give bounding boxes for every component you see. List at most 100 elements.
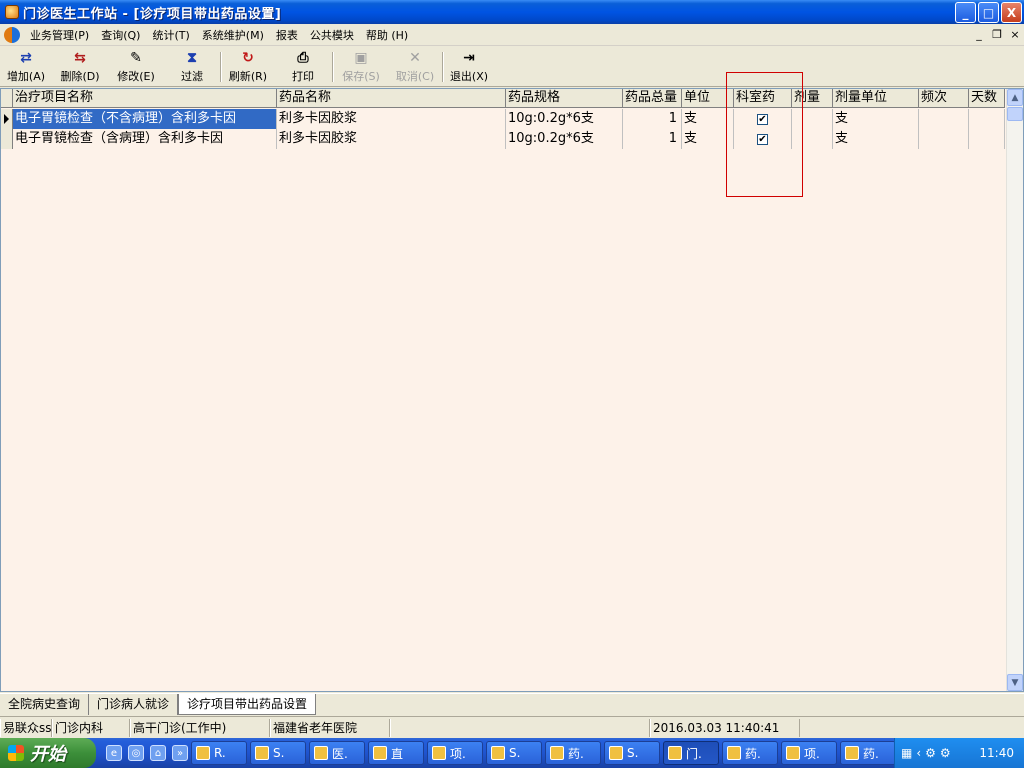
row-indicator xyxy=(1,129,13,149)
menu-help[interactable]: 帮助 (H) xyxy=(360,27,414,43)
taskbar-app[interactable]: 药. xyxy=(840,741,896,765)
edit-label: 修改(E) xyxy=(117,70,155,83)
more-chevron-icon[interactable]: » xyxy=(172,745,188,761)
scroll-up-icon[interactable]: ▲ xyxy=(1007,89,1023,106)
clock[interactable]: 11:40 xyxy=(979,746,1014,760)
taskbar-app[interactable]: S. xyxy=(250,741,306,765)
print-button[interactable]: ⎙ 打印 xyxy=(274,47,332,85)
menu-bar: 业务管理(P) 查询(Q) 统计(T) 系统维护(M) 报表 公共模块 帮助 (… xyxy=(0,24,1024,46)
table-row[interactable]: 电子胃镜检查（含病理）含利多卡因 利多卡因胶浆 10g:0.2g*6支 1 支 … xyxy=(1,129,1005,149)
app-icon xyxy=(550,746,564,760)
cell-drug[interactable]: 利多卡因胶浆 xyxy=(277,129,506,149)
cell-total[interactable]: 1 xyxy=(623,129,682,149)
taskbar-app[interactable]: 药. xyxy=(722,741,778,765)
cell-frequency[interactable] xyxy=(919,109,969,129)
taskbar-app[interactable]: S. xyxy=(604,741,660,765)
cell-dose-unit[interactable]: 支 xyxy=(833,109,919,129)
filter-button[interactable]: ⧗ 过滤 xyxy=(164,47,220,85)
keyboard-icon[interactable]: ▦ xyxy=(901,746,912,760)
col-header-drug[interactable]: 药品名称 xyxy=(277,89,506,108)
col-header-item[interactable]: 治疗项目名称 xyxy=(13,89,277,108)
col-header-dose-unit[interactable]: 剂量单位 xyxy=(833,89,919,108)
mdi-close-button[interactable]: × xyxy=(1008,27,1022,41)
menu-query[interactable]: 查询(Q) xyxy=(95,27,146,43)
taskbar-app[interactable]: S. xyxy=(486,741,542,765)
menu-common[interactable]: 公共模块 xyxy=(304,27,360,43)
close-button[interactable]: X xyxy=(1001,2,1022,23)
status-user: 易联众ss xyxy=(0,718,52,737)
tab-hospital-history[interactable]: 全院病史查询 xyxy=(0,694,90,715)
dept-drug-checkbox[interactable]: ✔ xyxy=(757,134,768,145)
col-header-days[interactable]: 天数 xyxy=(969,89,1005,108)
menu-system[interactable]: 系统维护(M) xyxy=(196,27,270,43)
folder-icon xyxy=(609,746,623,760)
taskbar-app-label: 门. xyxy=(686,746,702,761)
delete-button[interactable]: ⇆ 删除(D) xyxy=(52,47,108,85)
col-header-total[interactable]: 药品总量 xyxy=(623,89,682,108)
add-button[interactable]: ⇄ 增加(A) xyxy=(0,47,52,85)
mdi-restore-button[interactable]: ❐ xyxy=(990,27,1004,41)
save-button[interactable]: ▣ 保存(S) xyxy=(334,47,388,85)
cell-drug[interactable]: 利多卡因胶浆 xyxy=(277,109,506,129)
cell-unit[interactable]: 支 xyxy=(682,129,734,149)
cell-frequency[interactable] xyxy=(919,129,969,149)
window-titlebar: 门诊医生工作站 - [诊疗项目带出药品设置] _ □ X xyxy=(0,0,1024,24)
cell-item[interactable]: 电子胃镜检查（含病理）含利多卡因 xyxy=(13,129,277,149)
col-header-dose[interactable]: 剂量 xyxy=(792,89,833,108)
col-header-unit[interactable]: 单位 xyxy=(682,89,734,108)
edit-button[interactable]: ✎ 修改(E) xyxy=(108,47,164,85)
taskbar-app[interactable]: 医. xyxy=(309,741,365,765)
network-icon[interactable]: ⚙ xyxy=(940,746,951,760)
exit-button[interactable]: ⇥ 退出(X) xyxy=(444,47,494,85)
status-hospital: 福建省老年医院 xyxy=(270,718,390,737)
taskbar-app[interactable]: 直 xyxy=(368,741,424,765)
cell-days[interactable] xyxy=(969,109,1005,129)
cell-days[interactable] xyxy=(969,129,1005,149)
vertical-scrollbar[interactable]: ▲ ▼ xyxy=(1006,89,1023,691)
cell-dose-unit[interactable]: 支 xyxy=(833,129,919,149)
taskbar-app-active[interactable]: 门. xyxy=(663,741,719,765)
cell-spec[interactable]: 10g:0.2g*6支 xyxy=(506,109,623,129)
delete-icon: ⇆ xyxy=(74,50,86,66)
col-header-frequency[interactable]: 频次 xyxy=(919,89,969,108)
cell-dose[interactable] xyxy=(792,129,833,149)
taskbar-app[interactable]: 药. xyxy=(545,741,601,765)
desktop-icon[interactable]: ⌂ xyxy=(150,745,166,761)
start-button[interactable]: 开始 xyxy=(0,738,96,768)
tab-outpatient-visit[interactable]: 门诊病人就诊 xyxy=(89,694,179,715)
scroll-thumb[interactable] xyxy=(1007,107,1023,121)
cell-unit[interactable]: 支 xyxy=(682,109,734,129)
browser-icon[interactable]: ◎ xyxy=(128,745,144,761)
cell-dose[interactable] xyxy=(792,109,833,129)
cell-spec[interactable]: 10g:0.2g*6支 xyxy=(506,129,623,149)
start-label: 开始 xyxy=(30,744,66,765)
refresh-label: 刷新(R) xyxy=(228,70,268,83)
dept-drug-checkbox[interactable]: ✔ xyxy=(757,114,768,125)
refresh-button[interactable]: ↻ 刷新(R) xyxy=(222,47,274,85)
cancel-button[interactable]: ✕ 取消(C) xyxy=(388,47,442,85)
mdi-minimize-button[interactable]: _ xyxy=(972,27,986,41)
taskbar-app[interactable]: 项. xyxy=(781,741,837,765)
maximize-button[interactable]: □ xyxy=(978,2,999,23)
cell-total[interactable]: 1 xyxy=(623,109,682,129)
table-row[interactable]: 电子胃镜检查（不含病理）含利多卡因 利多卡因胶浆 10g:0.2g*6支 1 支… xyxy=(1,109,1005,129)
network-icon[interactable]: ⚙ xyxy=(925,746,936,760)
col-header-dept-drug[interactable]: 科室药 xyxy=(734,89,792,108)
taskbar-app[interactable]: R. xyxy=(191,741,247,765)
tray-expand-icon[interactable]: ‹ xyxy=(916,746,921,760)
taskbar-app-label: 药. xyxy=(863,746,879,761)
taskbar-app-label: S. xyxy=(273,746,285,760)
ie-icon[interactable]: e xyxy=(106,745,122,761)
col-header-spec[interactable]: 药品规格 xyxy=(506,89,623,108)
cell-item[interactable]: 电子胃镜检查（不含病理）含利多卡因 xyxy=(13,109,277,129)
menu-business[interactable]: 业务管理(P) xyxy=(24,27,95,43)
edit-icon: ✎ xyxy=(130,50,142,66)
menu-statistics[interactable]: 统计(T) xyxy=(146,27,195,43)
tab-item-drug-settings[interactable]: 诊疗项目带出药品设置 xyxy=(178,694,317,715)
scroll-down-icon[interactable]: ▼ xyxy=(1007,674,1023,691)
minimize-button[interactable]: _ xyxy=(955,2,976,23)
menu-reports[interactable]: 报表 xyxy=(270,27,304,43)
app-icon xyxy=(845,746,859,760)
taskbar-app[interactable]: 项. xyxy=(427,741,483,765)
status-room: 高干门诊(工作中) xyxy=(130,718,270,737)
